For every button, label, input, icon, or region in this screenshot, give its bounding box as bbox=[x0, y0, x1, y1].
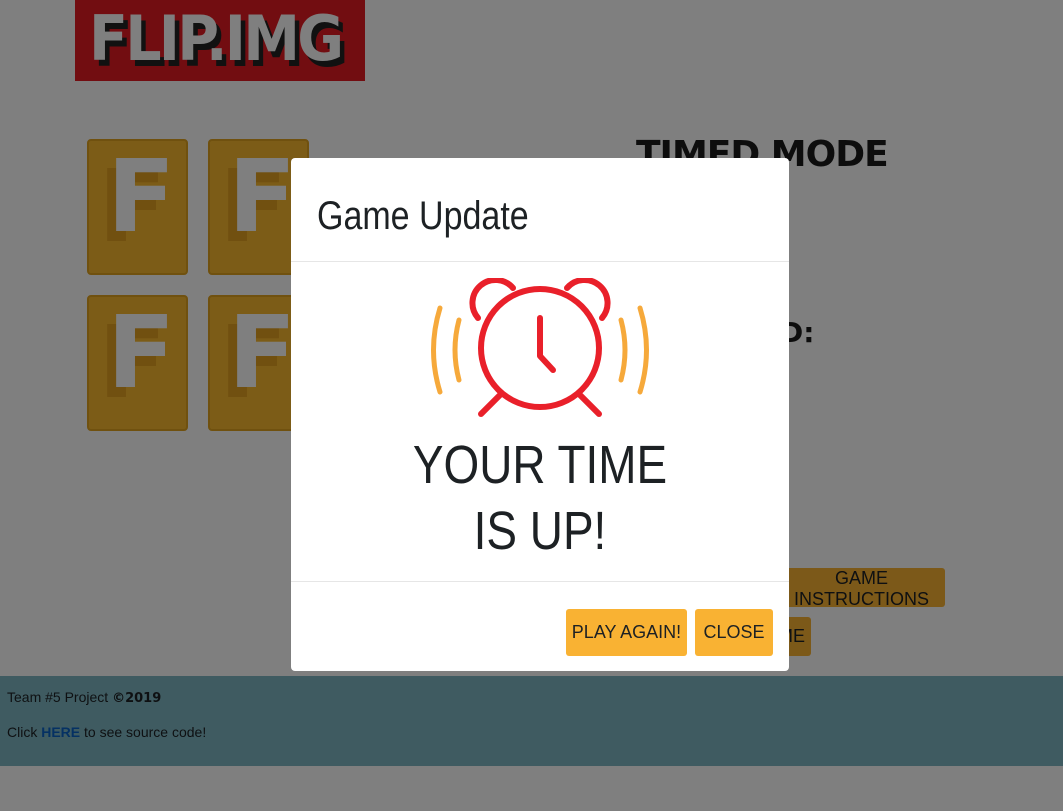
modal-title: Game Update bbox=[317, 194, 529, 238]
play-again-button[interactable]: PLAY AGAIN! bbox=[566, 609, 687, 656]
modal-header: Game Update bbox=[291, 158, 789, 262]
close-button[interactable]: CLOSE bbox=[695, 609, 773, 656]
message-line-1: YOUR TIME bbox=[412, 435, 668, 495]
message-line-2: IS UP! bbox=[473, 501, 607, 561]
game-page: FLIP.IMG F F F F TIMED MODE D: GAME INST… bbox=[0, 0, 1063, 811]
alarm-clock-icon bbox=[431, 278, 649, 417]
game-update-modal: Game Update YOUR TIME IS UP! PLAY AGAIN!… bbox=[291, 158, 789, 671]
modal-body: YOUR TIME IS UP! bbox=[291, 262, 789, 581]
modal-footer: PLAY AGAIN! CLOSE bbox=[291, 581, 789, 671]
time-up-message: YOUR TIME IS UP! bbox=[328, 432, 751, 564]
